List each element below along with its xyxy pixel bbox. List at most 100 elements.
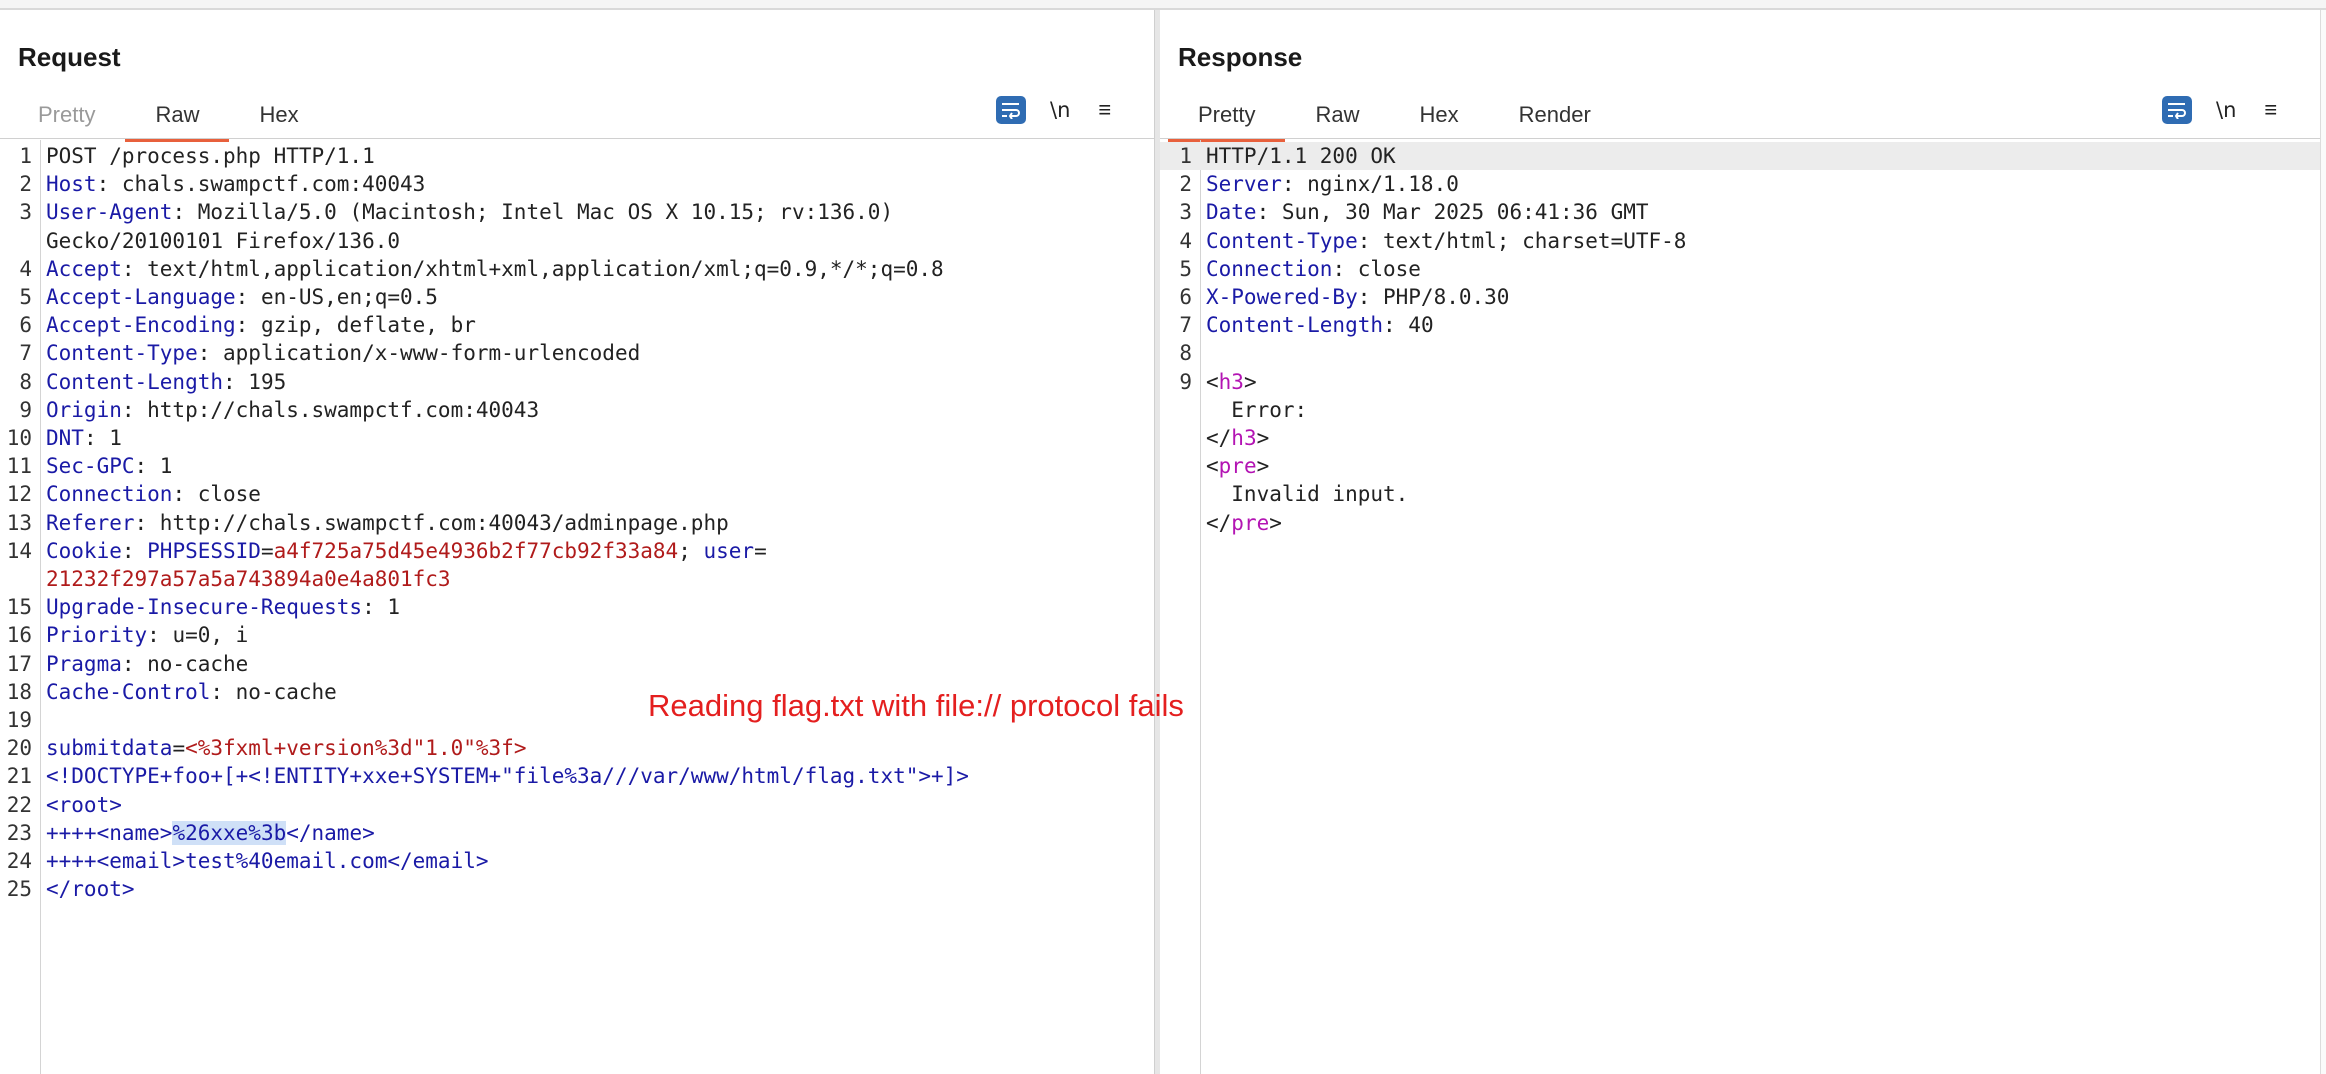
- line-number: [1160, 396, 1206, 424]
- code-token: : Mozilla/5.0 (Macintosh; Intel Mac OS X…: [172, 200, 894, 225]
- response-tab-raw[interactable]: Raw: [1285, 90, 1389, 142]
- code-token: h3: [1218, 369, 1244, 394]
- code-token: : gzip, deflate, br: [235, 313, 476, 338]
- code-token: :: [121, 538, 148, 563]
- code-token: <%3fxml+version%3d"1.0"%3f>: [185, 736, 527, 761]
- code-line: 11 Sec-GPC: 1: [0, 452, 1154, 480]
- line-text: Origin: http://chals.swampctf.com:40043: [46, 396, 539, 424]
- line-text: Host: chals.swampctf.com:40043: [46, 170, 425, 198]
- line-text: Sec-GPC: 1: [46, 452, 172, 480]
- line-text: <pre>: [1206, 452, 1269, 480]
- code-token: Content-Length: [1206, 313, 1384, 338]
- code-token: Origin: [46, 397, 122, 422]
- line-text: Content-Length: 195: [46, 368, 286, 396]
- code-token: Cache-Control: [46, 679, 211, 704]
- line-number: 19: [6, 708, 32, 733]
- code-line: 6 X-Powered-By: PHP/8.0.30: [1160, 283, 2320, 311]
- code-token: ++++<email>test%40email.com</email>: [46, 849, 489, 874]
- line-number: 7: [1179, 313, 1192, 338]
- code-line: 2 Host: chals.swampctf.com:40043: [0, 170, 1154, 198]
- code-line: 3 User-Agent: Mozilla/5.0 (Macintosh; Int…: [0, 198, 1154, 226]
- code-line: 24 ++++<email>test%40email.com</email>: [0, 847, 1154, 875]
- line-number: 5: [1179, 256, 1192, 281]
- code-line: 8: [1160, 339, 2320, 367]
- request-editor[interactable]: 1 POST /process.php HTTP/1.1 2 Host: chals.…: [0, 140, 1154, 1074]
- response-newline-toggle-button[interactable]: \n: [2216, 98, 2236, 122]
- response-tab-render[interactable]: Render: [1489, 90, 1621, 142]
- code-line: 20 submitdata=<%3fxml+version%3d"1.0"%3f>: [0, 734, 1154, 762]
- code-token: : u=0, i: [147, 623, 249, 648]
- response-tab-pretty[interactable]: Pretty: [1168, 90, 1286, 142]
- code-line: 1 POST /process.php HTTP/1.1: [0, 142, 1154, 170]
- code-token: Sec-GPC: [46, 454, 135, 479]
- line-text: Accept-Encoding: gzip, deflate, br: [46, 311, 476, 339]
- code-token: : text/html,application/xhtml+xml,applic…: [121, 256, 944, 281]
- code-line: 9 Origin: http://chals.swampctf.com:40043: [0, 396, 1154, 424]
- line-text: X-Powered-By: PHP/8.0.30: [1206, 283, 1509, 311]
- code-token: Accept-Encoding: [46, 313, 236, 338]
- line-number: 15: [6, 595, 32, 620]
- window-top-bar: [0, 0, 2326, 10]
- code-token: : close: [1332, 256, 1421, 281]
- code-token: : en-US,en;q=0.5: [235, 285, 438, 310]
- line-text: User-Agent: Mozilla/5.0 (Macintosh; Inte…: [46, 198, 893, 226]
- code-token: Content-Type: [46, 341, 198, 366]
- response-toolbar: \n ≡: [2162, 96, 2277, 124]
- request-tabs: Pretty Raw Hex: [8, 90, 329, 142]
- response-menu-icon[interactable]: ≡: [2264, 97, 2277, 123]
- response-tabs: Pretty Raw Hex Render: [1168, 90, 1621, 142]
- line-number: 7: [19, 341, 32, 366]
- line-number: 9: [1179, 369, 1192, 394]
- line-text: Content-Type: text/html; charset=UTF-8: [1206, 227, 1686, 255]
- code-token: : 1: [83, 426, 122, 451]
- code-token: : http://chals.swampctf.com:40043: [121, 397, 540, 422]
- code-token: user: [703, 538, 755, 563]
- code-token: Connection: [46, 482, 173, 507]
- code-token: h3: [1231, 426, 1257, 451]
- code-token: pre: [1231, 510, 1270, 535]
- code-line: 4 Accept: text/html,application/xhtml+xml…: [0, 255, 1154, 283]
- request-tab-hex[interactable]: Hex: [229, 90, 328, 142]
- line-number: 9: [19, 397, 32, 422]
- request-toolbar: \n ≡: [996, 96, 1111, 124]
- line-number: 1: [1179, 144, 1192, 168]
- response-editor[interactable]: 1 HTTP/1.1 200 OK 2 Server: nginx/1.18.0 3 Da…: [1160, 140, 2320, 1074]
- code-token: Gecko/20100101 Firefox/136.0: [46, 228, 401, 253]
- line-number: 3: [19, 200, 32, 225]
- line-text: Accept: text/html,application/xhtml+xml,…: [46, 255, 944, 283]
- code-token: Pragma: [46, 651, 122, 676]
- code-token: Server: [1206, 172, 1282, 197]
- line-number: 1: [19, 144, 32, 168]
- code-token: submitdata: [46, 736, 173, 761]
- wrap-lines-icon: [1002, 103, 1020, 119]
- line-number: 12: [6, 482, 32, 507]
- request-newline-toggle-button[interactable]: \n: [1050, 98, 1070, 122]
- code-token: Connection: [1206, 256, 1333, 281]
- request-tab-pretty[interactable]: Pretty: [8, 90, 125, 142]
- code-token: Priority: [46, 623, 148, 648]
- code-line: 1 HTTP/1.1 200 OK: [1160, 142, 2320, 171]
- code-line: 6 Accept-Encoding: gzip, deflate, br: [0, 311, 1154, 339]
- code-line: Invalid input.: [1160, 480, 2320, 508]
- response-tab-hex[interactable]: Hex: [1389, 90, 1488, 142]
- line-text: Gecko/20100101 Firefox/136.0: [46, 227, 400, 255]
- line-text: Accept-Language: en-US,en;q=0.5: [46, 283, 438, 311]
- code-line: 10 DNT: 1: [0, 424, 1154, 452]
- code-line: 5 Accept-Language: en-US,en;q=0.5: [0, 283, 1154, 311]
- code-token: : 1: [134, 454, 173, 479]
- line-number: 24: [6, 849, 32, 874]
- code-token: Content-Length: [46, 369, 224, 394]
- line-text: Error:: [1206, 396, 1307, 424]
- line-number: [1160, 509, 1206, 537]
- line-text: Referer: http://chals.swampctf.com:40043…: [46, 509, 729, 537]
- right-scroll-edge[interactable]: [2320, 10, 2326, 1074]
- line-number: [0, 565, 46, 593]
- response-wrap-toggle-button[interactable]: [2162, 96, 2192, 124]
- code-token: POST /process.php HTTP/1.1: [46, 144, 375, 168]
- code-token: a4f725a75d45e4936b2f77cb92f33a84: [273, 538, 679, 563]
- line-number: 8: [19, 369, 32, 394]
- request-tab-raw[interactable]: Raw: [125, 90, 230, 142]
- line-text: <h3>: [1206, 368, 1257, 396]
- request-menu-icon[interactable]: ≡: [1098, 97, 1111, 123]
- request-wrap-toggle-button[interactable]: [996, 96, 1026, 124]
